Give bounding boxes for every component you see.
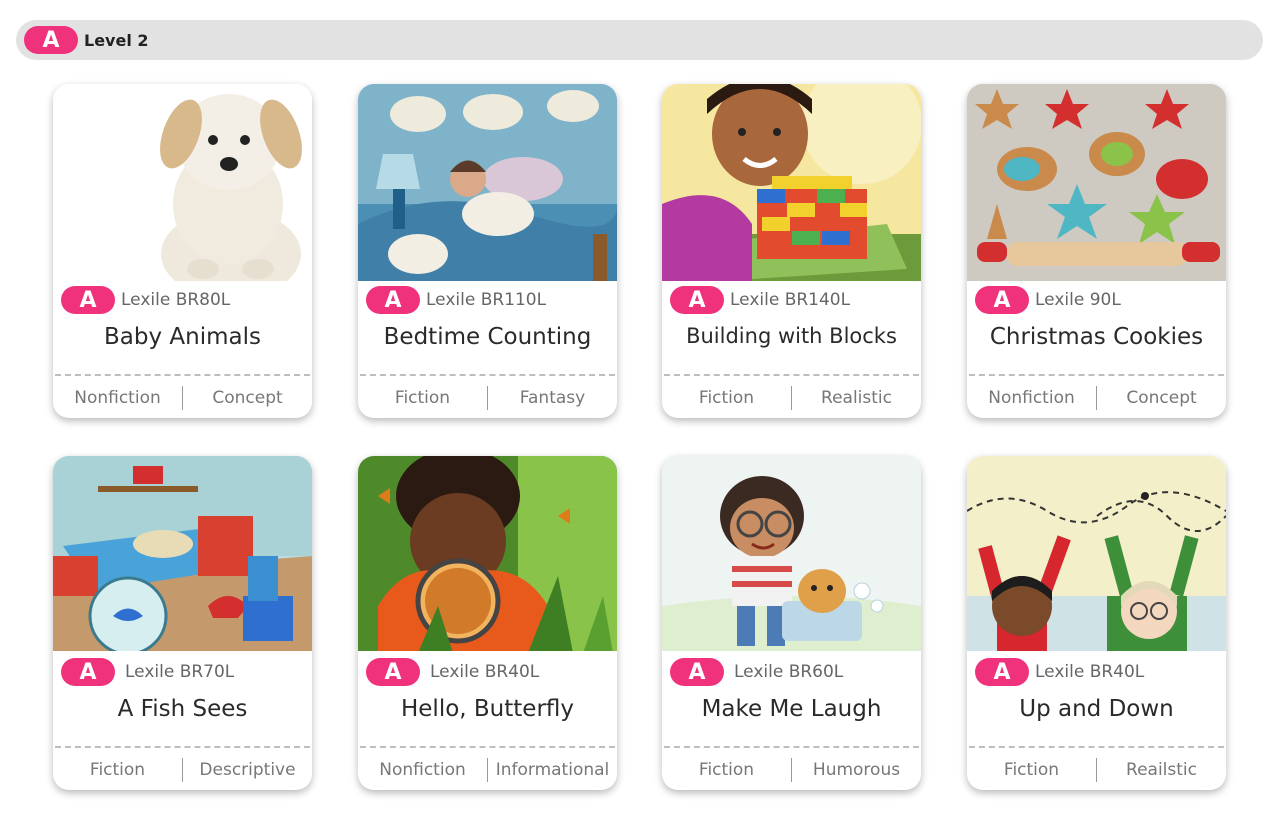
genre-tag: Fiction bbox=[698, 388, 755, 408]
divider bbox=[664, 374, 919, 376]
genre-tag: Nonfiction bbox=[74, 388, 161, 408]
book-card-christmas-cookies[interactable]: A Lexile 90L Christmas Cookies Nonfictio… bbox=[967, 84, 1226, 418]
book-title: Baby Animals bbox=[104, 324, 261, 350]
book-title: Up and Down bbox=[1019, 696, 1174, 722]
type-tag: Humorous bbox=[812, 760, 901, 780]
genre-tag: Fiction bbox=[394, 388, 451, 408]
level-label: Level 2 bbox=[84, 30, 149, 50]
lexile-label: Lexile BR140L bbox=[730, 290, 851, 310]
type-tag: Realistic bbox=[821, 388, 892, 408]
book-cover[interactable] bbox=[53, 456, 312, 651]
lexile-label: Lexile BR40L bbox=[1035, 662, 1145, 682]
book-card-make-me-laugh[interactable]: A Lexile BR60L Make Me Laugh Fiction Hum… bbox=[662, 456, 921, 790]
book-title: Christmas Cookies bbox=[989, 324, 1204, 350]
level-a-badge: A bbox=[670, 286, 724, 314]
book-title: Building with Blocks bbox=[686, 324, 897, 348]
book-cover[interactable] bbox=[53, 84, 312, 281]
divider bbox=[55, 746, 310, 748]
book-cover[interactable] bbox=[967, 84, 1226, 281]
type-tag: Reailstic bbox=[1126, 760, 1197, 780]
book-card-baby-animals[interactable]: A Lexile BR80L Baby Animals Nonfiction C… bbox=[53, 84, 312, 418]
divider bbox=[55, 374, 310, 376]
genre-tag: Fiction bbox=[1003, 760, 1060, 780]
genre-tag: Nonfiction bbox=[988, 388, 1075, 408]
type-tag: Concept bbox=[1126, 388, 1197, 408]
divider bbox=[664, 746, 919, 748]
book-cover[interactable] bbox=[358, 456, 617, 651]
level-badge: A bbox=[24, 26, 78, 54]
book-cover[interactable] bbox=[662, 456, 921, 651]
book-title: Hello, Butterfly bbox=[400, 696, 575, 722]
level-a-badge: A bbox=[975, 286, 1029, 314]
type-tag: Fantasy bbox=[519, 388, 586, 408]
divider bbox=[969, 746, 1224, 748]
level-a-badge: A bbox=[61, 286, 115, 314]
genre-tag: Fiction bbox=[698, 760, 755, 780]
lexile-label: Lexile 90L bbox=[1035, 290, 1121, 310]
type-tag: Concept bbox=[212, 388, 283, 408]
type-tag: Informational bbox=[495, 760, 610, 780]
genre-tag: Nonfiction bbox=[379, 760, 466, 780]
type-tag: Descriptive bbox=[199, 760, 296, 780]
book-title: A Fish Sees bbox=[117, 696, 248, 722]
book-card-bedtime-counting[interactable]: A Lexile BR110L Bedtime Counting Fiction… bbox=[358, 84, 617, 418]
lexile-label: Lexile BR110L bbox=[426, 290, 547, 310]
book-card-up-and-down[interactable]: A Lexile BR40L Up and Down Fiction Reail… bbox=[967, 456, 1226, 790]
divider bbox=[360, 746, 615, 748]
level-a-badge: A bbox=[366, 286, 420, 314]
book-card-a-fish-sees[interactable]: A Lexile BR70L A Fish Sees Fiction Descr… bbox=[53, 456, 312, 790]
lexile-label: Lexile BR80L bbox=[121, 290, 231, 310]
lexile-label: Lexile BR70L bbox=[125, 662, 235, 682]
lexile-label: Lexile BR40L bbox=[430, 662, 540, 682]
level-header-bar: A Level 2 bbox=[16, 20, 1263, 60]
level-a-badge: A bbox=[366, 658, 420, 686]
book-cover[interactable] bbox=[358, 84, 617, 281]
book-card-building-with-blocks[interactable]: A Lexile BR140L Building with Blocks Fic… bbox=[662, 84, 921, 418]
divider bbox=[360, 374, 615, 376]
book-cover[interactable] bbox=[967, 456, 1226, 651]
book-title: Make Me Laugh bbox=[701, 696, 882, 722]
level-a-badge: A bbox=[975, 658, 1029, 686]
lexile-label: Lexile BR60L bbox=[734, 662, 844, 682]
level-a-badge: A bbox=[61, 658, 115, 686]
book-card-hello-butterfly[interactable]: A Lexile BR40L Hello, Butterfly Nonficti… bbox=[358, 456, 617, 790]
genre-tag: Fiction bbox=[89, 760, 146, 780]
book-cover[interactable] bbox=[662, 84, 921, 281]
book-title: Bedtime Counting bbox=[383, 324, 592, 350]
divider bbox=[969, 374, 1224, 376]
level-a-badge: A bbox=[670, 658, 724, 686]
